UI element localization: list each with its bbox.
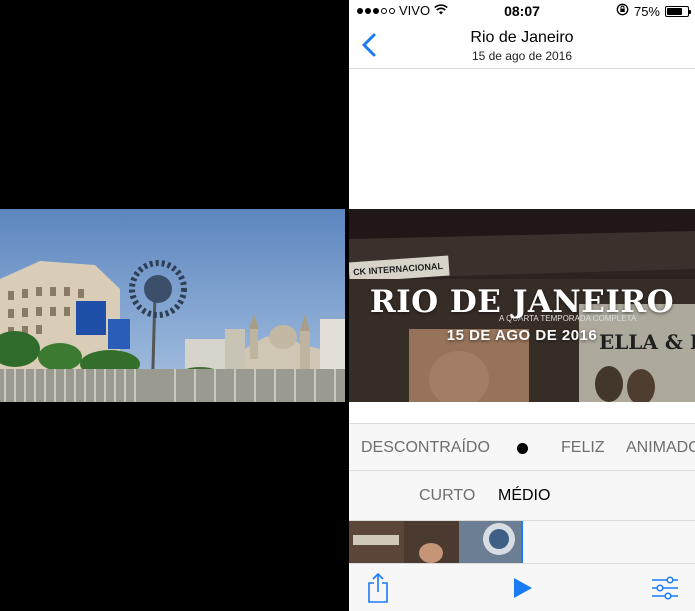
filmstrip[interactable] <box>349 521 695 563</box>
length-selector-bar: CURTO MÉDIO <box>349 471 695 521</box>
mood-happy[interactable]: FELIZ <box>561 439 605 457</box>
mood-excited[interactable]: ANIMADO <box>626 439 695 457</box>
battery-fill <box>667 7 682 15</box>
adjust-button[interactable] <box>651 576 679 600</box>
mood-selector-bar[interactable]: DESCONTRAÍDO FELIZ ANIMADO <box>349 423 695 471</box>
play-button[interactable] <box>512 576 534 600</box>
sliders-icon <box>652 576 678 600</box>
memory-movie-screen: VIVO 08:07 75% Rio de Janeiro 15 de ago … <box>349 0 695 611</box>
movie-title: RIO DE JANEIRO <box>369 284 675 320</box>
playhead[interactable] <box>521 521 523 563</box>
rotation-lock-icon <box>616 3 629 19</box>
length-short[interactable]: CURTO <box>419 487 475 505</box>
mood-relaxed[interactable]: DESCONTRAÍDO <box>361 439 490 457</box>
share-button[interactable] <box>366 572 390 604</box>
rio-street-photo <box>0 209 345 402</box>
status-bar: VIVO 08:07 75% <box>349 0 695 22</box>
mood-selection-dot[interactable] <box>517 443 528 454</box>
bottom-toolbar <box>349 563 695 611</box>
movie-date: 15 DE AGO DE 2016 <box>446 327 598 344</box>
battery-percent: 75% <box>633 3 660 19</box>
share-icon <box>368 572 388 603</box>
status-right: 75% <box>616 3 691 19</box>
memory-preview[interactable]: CK INTERNACIONAL ELLA & LOUIS A QUARTA T… <box>349 209 695 402</box>
battery-icon <box>665 5 691 17</box>
video-frame-pane <box>0 0 345 611</box>
play-icon <box>514 578 532 598</box>
filmstrip-thumbnails <box>349 521 521 563</box>
length-medium[interactable]: MÉDIO <box>498 487 550 505</box>
page-subtitle: 15 de ago de 2016 <box>471 49 573 63</box>
navigation-bar: Rio de Janeiro 15 de ago de 2016 <box>349 22 695 69</box>
page-title: Rio de Janeiro <box>470 29 574 46</box>
